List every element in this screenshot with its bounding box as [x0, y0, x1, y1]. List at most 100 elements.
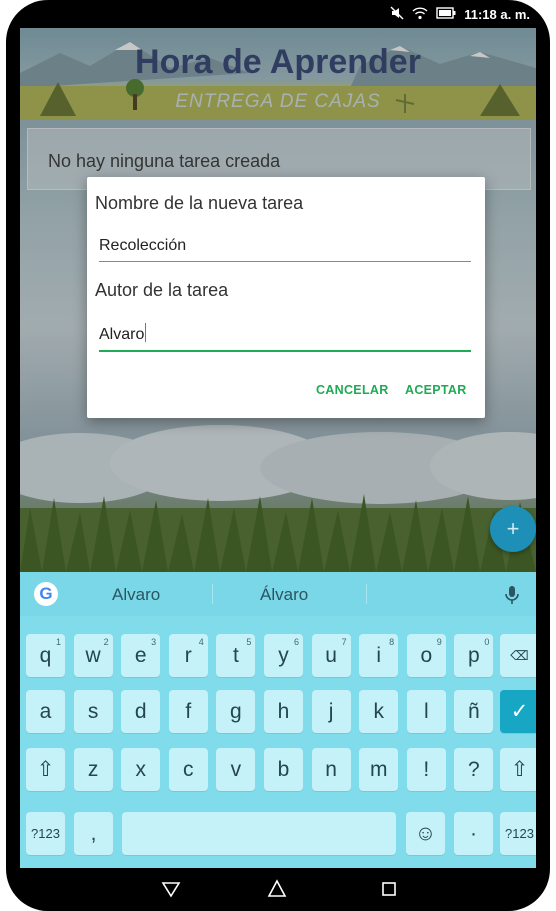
home-icon[interactable] [266, 878, 288, 900]
key-y[interactable]: y6 [264, 634, 303, 677]
key-i[interactable]: i8 [359, 634, 399, 677]
symbols-key-left[interactable]: ?123 [26, 812, 65, 855]
key-g[interactable]: g [216, 690, 256, 733]
key-label: r [184, 644, 192, 667]
task-name-value: Recolección [99, 237, 187, 254]
symbols-key-right[interactable]: ?123 [500, 812, 536, 855]
key-hint: 7 [341, 637, 347, 647]
key-label: s [87, 700, 99, 723]
microphone-icon[interactable] [502, 584, 522, 606]
recents-icon[interactable] [378, 878, 400, 900]
soft-keyboard: G Alvaro Álvaro q1w2e3r4t5y6u7i8o9p0 asd… [20, 572, 536, 868]
key-label: f [185, 700, 192, 723]
space-key[interactable] [122, 812, 396, 855]
shift-key-right[interactable]: ⇧ [500, 748, 536, 791]
add-task-button[interactable]: + [490, 506, 536, 552]
task-author-input[interactable]: Alvaro [99, 323, 471, 352]
key-label: ! [423, 758, 430, 781]
key-label: c [183, 758, 194, 781]
key-q[interactable]: q1 [26, 634, 65, 677]
emoji-key[interactable]: ☺ [406, 812, 445, 855]
screen: 11:18 a. m. Hora de Aprender ENTREGA DE … [20, 0, 536, 911]
period-key[interactable]: · [454, 812, 493, 855]
key-label: o [420, 644, 433, 667]
suggestion-bar: G Alvaro Álvaro [20, 572, 536, 616]
task-author-label: Autor de la tarea [95, 280, 229, 300]
key-label: k [373, 700, 384, 723]
text-cursor [145, 323, 147, 342]
key-hint: 5 [246, 637, 252, 647]
suggestion-1[interactable]: Alvaro [112, 585, 160, 605]
status-time: 11:18 a. m. [464, 7, 530, 22]
key-hint: 9 [436, 637, 442, 647]
key-z[interactable]: z [73, 748, 113, 791]
mute-icon [390, 6, 404, 23]
key-s[interactable]: s [73, 690, 113, 733]
key-label: w [85, 644, 101, 667]
key-label: i [376, 644, 382, 667]
key-o[interactable]: o9 [406, 634, 446, 677]
key-j[interactable]: j [311, 690, 351, 733]
key-hint: 2 [103, 637, 109, 647]
key-w[interactable]: w2 [73, 634, 113, 677]
key-a[interactable]: a [26, 690, 65, 733]
cancel-button[interactable]: CANCELAR [316, 383, 389, 397]
backspace-key[interactable]: ⌫ [500, 634, 536, 677]
key-c[interactable]: c [168, 748, 208, 791]
comma-key[interactable]: , [74, 812, 113, 855]
back-icon[interactable] [160, 878, 182, 900]
battery-icon [436, 7, 456, 22]
status-bar: 11:18 a. m. [20, 0, 536, 28]
key-label: y [278, 644, 289, 667]
key-m[interactable]: m [359, 748, 399, 791]
task-author-value: Alvaro [99, 326, 145, 343]
task-name-label: Nombre de la nueva tarea [95, 193, 304, 213]
shift-key-left[interactable]: ⇧ [26, 748, 65, 791]
suggestion-divider [366, 584, 367, 604]
key-hint: 0 [484, 637, 490, 647]
key-hint: 1 [55, 637, 61, 647]
key-label: v [230, 758, 242, 781]
key-label: e [134, 644, 147, 667]
key-k[interactable]: k [359, 690, 399, 733]
key-v[interactable]: v [216, 748, 256, 791]
wifi-icon [412, 6, 428, 23]
enter-key[interactable]: ✓ [500, 690, 536, 733]
key-label: a [39, 700, 52, 723]
key-![interactable]: ! [406, 748, 446, 791]
key-label: u [325, 644, 337, 667]
key-label: l [423, 700, 429, 723]
key-?[interactable]: ? [454, 748, 494, 791]
key-p[interactable]: p0 [454, 634, 494, 677]
key-t[interactable]: t5 [216, 634, 256, 677]
key-label: h [277, 700, 290, 723]
key-hint: 4 [198, 637, 204, 647]
key-r[interactable]: r4 [168, 634, 208, 677]
key-n[interactable]: n [311, 748, 351, 791]
key-h[interactable]: h [264, 690, 303, 733]
key-label: g [230, 700, 242, 723]
key-l[interactable]: l [406, 690, 446, 733]
suggestion-divider [212, 584, 213, 604]
key-label: m [369, 758, 388, 781]
key-label: d [134, 700, 147, 723]
key-f[interactable]: f [168, 690, 208, 733]
task-name-input[interactable]: Recolección [99, 237, 471, 262]
key-label: j [328, 700, 334, 723]
suggestion-2[interactable]: Álvaro [260, 585, 308, 605]
key-x[interactable]: x [121, 748, 161, 791]
key-u[interactable]: u7 [311, 634, 351, 677]
accept-button[interactable]: ACEPTAR [405, 383, 467, 397]
key-e[interactable]: e3 [121, 634, 161, 677]
device-frame: 11:18 a. m. Hora de Aprender ENTREGA DE … [6, 0, 550, 911]
key-label: ñ [468, 700, 480, 723]
google-g-icon[interactable]: G [34, 582, 58, 606]
key-ñ[interactable]: ñ [454, 690, 494, 733]
key-label: ? [468, 758, 480, 781]
key-label: x [135, 758, 146, 781]
key-label: n [325, 758, 337, 781]
key-d[interactable]: d [121, 690, 161, 733]
status-icons: 11:18 a. m. [390, 6, 530, 23]
key-b[interactable]: b [264, 748, 303, 791]
key-label: t [232, 644, 239, 667]
